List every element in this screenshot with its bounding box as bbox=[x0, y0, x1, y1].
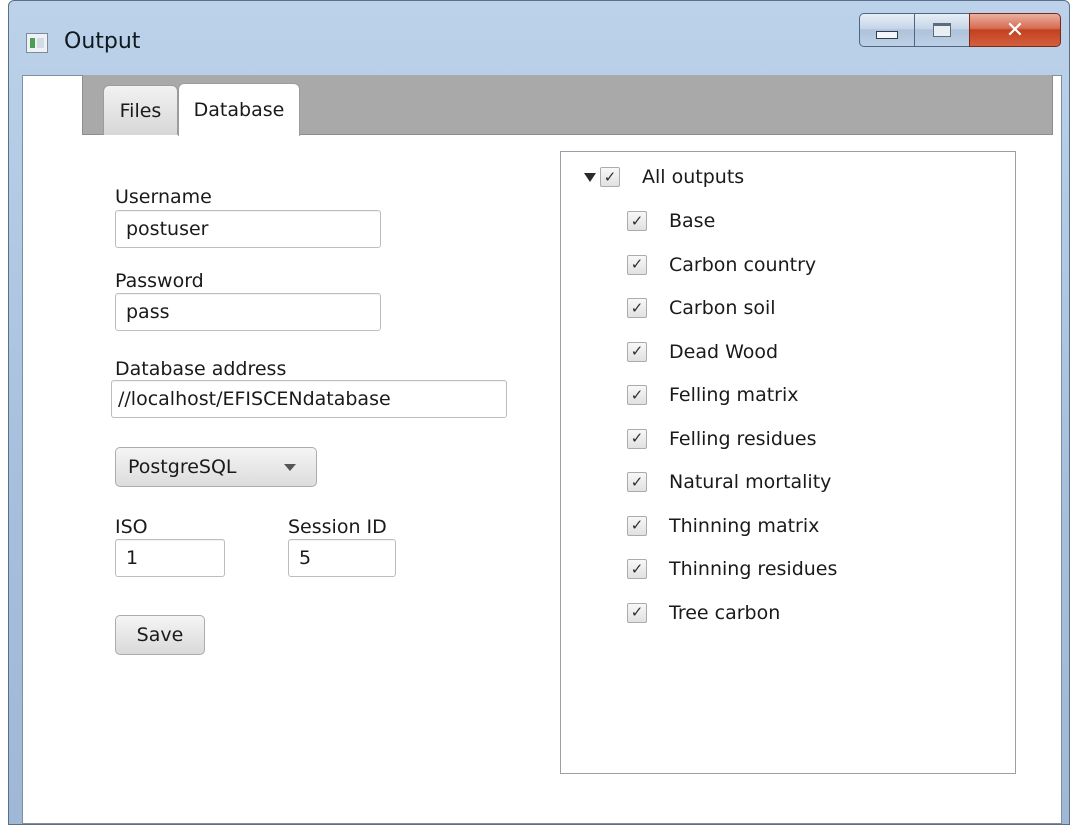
tree-item-label: Dead Wood bbox=[669, 340, 779, 363]
tree-item-label: Tree carbon bbox=[669, 601, 781, 624]
session-id-field[interactable]: 5 bbox=[288, 539, 396, 577]
tree-item-label: Natural mortality bbox=[669, 471, 832, 493]
tree-item[interactable]: ✓ Tree carbon bbox=[627, 598, 780, 628]
tree-item-checkbox[interactable]: ✓ bbox=[627, 559, 647, 579]
chevron-down-icon bbox=[284, 464, 296, 471]
tree-item-label: Carbon soil bbox=[669, 297, 776, 319]
session-id-label: Session ID bbox=[288, 516, 387, 538]
close-button[interactable]: ✕ bbox=[969, 13, 1061, 47]
tree-item[interactable]: ✓ Felling residues bbox=[627, 424, 817, 454]
tree-item[interactable]: ✓ Natural mortality bbox=[627, 467, 831, 497]
tree-item-checkbox[interactable]: ✓ bbox=[627, 385, 647, 405]
maximize-icon bbox=[933, 23, 951, 37]
tree-item-checkbox[interactable]: ✓ bbox=[627, 472, 647, 492]
database-type-dropdown[interactable]: PostgreSQL bbox=[115, 447, 317, 487]
tree-item[interactable]: ✓ Thinning matrix bbox=[627, 511, 819, 541]
tree-item-label: Felling matrix bbox=[669, 384, 799, 406]
title-bar[interactable]: Output ✕ bbox=[9, 1, 1069, 77]
tree-item-checkbox[interactable]: ✓ bbox=[627, 211, 647, 231]
tab-files[interactable]: Files bbox=[103, 85, 178, 135]
iso-label: ISO bbox=[115, 516, 148, 538]
minimize-button[interactable] bbox=[859, 13, 915, 47]
tree-item[interactable]: ✓ Base bbox=[627, 206, 715, 236]
tree-item[interactable]: ✓ Dead Wood bbox=[627, 337, 778, 367]
tree-item-label: Felling residues bbox=[669, 427, 817, 450]
password-field[interactable]: pass bbox=[115, 293, 381, 331]
tree-item[interactable]: ✓ Thinning residues bbox=[627, 554, 837, 584]
tree-root-label: All outputs bbox=[642, 166, 745, 188]
output-tree: ✓ All outputs ✓ Base ✓ Carbon country ✓ Carbo… bbox=[560, 151, 1016, 774]
tree-item-checkbox[interactable]: ✓ bbox=[627, 254, 647, 275]
maximize-button[interactable] bbox=[915, 13, 969, 47]
tree-root-checkbox[interactable]: ✓ bbox=[600, 167, 620, 187]
username-label: Username bbox=[115, 186, 212, 208]
caption-buttons: ✕ bbox=[859, 13, 1061, 47]
window-content: Files Database Username postuser Passwor… bbox=[22, 75, 1062, 824]
database-address-field[interactable]: //localhost/EFISCENdatabase bbox=[111, 380, 507, 418]
minimize-icon bbox=[876, 31, 898, 39]
window-title: Output bbox=[64, 29, 141, 54]
tab-strip: Files Database bbox=[82, 75, 1053, 136]
tree-item-checkbox[interactable]: ✓ bbox=[627, 298, 647, 318]
iso-field[interactable]: 1 bbox=[115, 539, 225, 577]
tree-item-label: Thinning matrix bbox=[669, 514, 820, 537]
tree-item-label: Carbon country bbox=[669, 253, 817, 276]
database-address-label: Database address bbox=[115, 358, 287, 380]
tab-database[interactable]: Database bbox=[178, 83, 300, 136]
app-window: Output ✕ Files Database Username postuse… bbox=[8, 0, 1070, 825]
tree-item[interactable]: ✓ Felling matrix bbox=[627, 380, 799, 410]
tree-item-label: Thinning residues bbox=[669, 558, 838, 580]
tree-root-row[interactable]: ✓ All outputs bbox=[584, 162, 744, 192]
database-type-value: PostgreSQL bbox=[128, 456, 237, 478]
app-icon bbox=[26, 33, 48, 53]
tree-item-checkbox[interactable]: ✓ bbox=[627, 602, 647, 623]
tree-item[interactable]: ✓ Carbon soil bbox=[627, 293, 776, 323]
tree-item-checkbox[interactable]: ✓ bbox=[627, 515, 647, 536]
tree-item-label: Base bbox=[669, 210, 716, 232]
tree-item-checkbox[interactable]: ✓ bbox=[627, 341, 647, 362]
tree-toggle-icon[interactable] bbox=[584, 172, 596, 182]
username-field[interactable]: postuser bbox=[115, 210, 381, 248]
tree-item-checkbox[interactable]: ✓ bbox=[627, 428, 647, 449]
save-button[interactable]: Save bbox=[115, 615, 205, 655]
close-icon: ✕ bbox=[1005, 17, 1025, 43]
password-label: Password bbox=[115, 270, 204, 292]
tree-item[interactable]: ✓ Carbon country bbox=[627, 250, 816, 280]
